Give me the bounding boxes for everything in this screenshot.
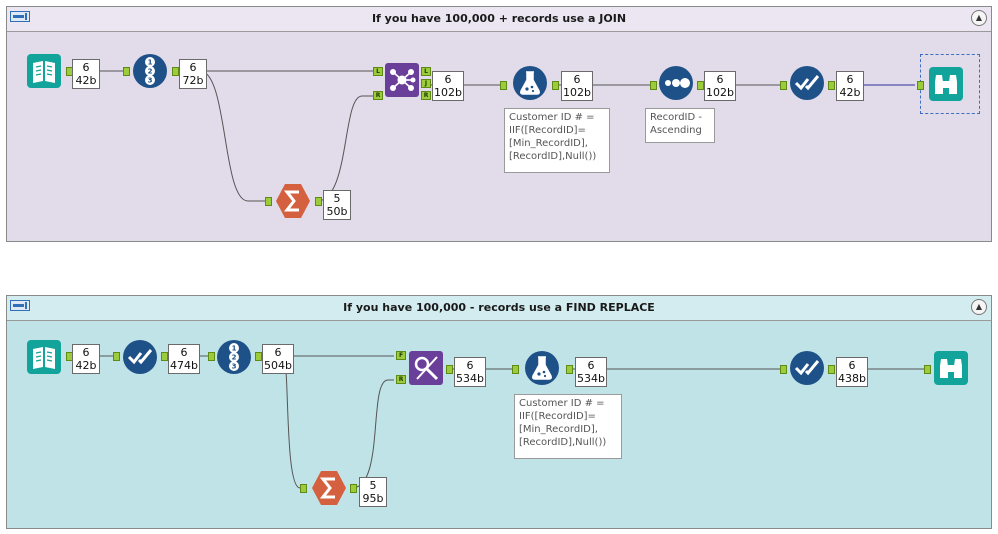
input-data-tool[interactable] xyxy=(26,53,62,89)
output-anchor[interactable] xyxy=(552,81,559,90)
browse-tool[interactable] xyxy=(933,350,969,386)
checkmark-icon xyxy=(123,340,157,374)
container-title: If you have 100,000 - records use a FIND… xyxy=(343,301,655,314)
input-anchor[interactable] xyxy=(650,81,657,90)
svg-text:2: 2 xyxy=(148,68,153,76)
record-count-badge: 6 102b xyxy=(432,71,464,101)
record-count-badge: 6 72b xyxy=(179,59,207,89)
output-anchor[interactable] xyxy=(828,365,835,374)
output-anchor[interactable] xyxy=(350,484,357,493)
record-count-badge: 6 534b xyxy=(454,357,486,387)
input-anchor[interactable] xyxy=(300,484,307,493)
svg-text:2: 2 xyxy=(232,354,237,362)
formula-annotation: Customer ID # = IIF([RecordID]= [Min_Rec… xyxy=(504,108,610,173)
record-count-badge: 6 42b xyxy=(72,344,100,374)
output-anchor[interactable] xyxy=(446,365,453,374)
sigma-icon xyxy=(312,471,346,505)
formula-tool[interactable] xyxy=(512,65,548,101)
container-title: If you have 100,000 + records use a JOIN xyxy=(371,12,627,25)
select-tool[interactable] xyxy=(789,350,825,386)
input-anchor[interactable] xyxy=(780,81,787,90)
record-count-badge: 5 50b xyxy=(323,190,351,220)
flask-icon xyxy=(513,66,547,100)
binoculars-icon xyxy=(934,351,968,385)
join-right-input-anchor[interactable]: R xyxy=(373,91,383,100)
numbered-circles-icon: 1 2 3 xyxy=(133,54,167,88)
sigma-icon xyxy=(276,184,310,218)
join-right-output-anchor[interactable]: R xyxy=(421,91,431,100)
input-anchor[interactable] xyxy=(500,81,507,90)
record-count-badge: 6 474b xyxy=(168,344,200,374)
dots-icon xyxy=(659,66,693,100)
input-anchor[interactable] xyxy=(113,352,120,361)
container-header[interactable]: If you have 100,000 - records use a FIND… xyxy=(7,296,991,321)
record-count-badge: 6 42b xyxy=(836,71,864,101)
input-anchor[interactable] xyxy=(917,81,924,90)
output-anchor[interactable] xyxy=(828,81,835,90)
input-anchor[interactable] xyxy=(780,365,787,374)
input-anchor[interactable] xyxy=(208,352,215,361)
output-anchor[interactable] xyxy=(315,197,322,206)
svg-text:1: 1 xyxy=(148,59,153,67)
join-left-output-anchor[interactable]: L xyxy=(421,67,431,76)
record-id-tool[interactable]: 1 2 3 xyxy=(132,53,168,89)
record-count-badge: 5 95b xyxy=(359,477,387,507)
book-icon xyxy=(27,340,61,374)
checkmark-icon xyxy=(790,66,824,100)
record-count-badge: 6 438b xyxy=(836,357,868,387)
summarize-tool[interactable] xyxy=(311,470,347,506)
svg-text:1: 1 xyxy=(232,345,237,353)
svg-text:3: 3 xyxy=(232,363,237,371)
join-join-output-anchor[interactable]: J xyxy=(421,79,431,88)
output-anchor[interactable] xyxy=(172,67,179,76)
record-id-tool[interactable]: 1 2 3 xyxy=(216,339,252,375)
input-anchor[interactable] xyxy=(265,197,272,206)
output-anchor[interactable] xyxy=(255,352,262,361)
join-icon xyxy=(385,63,419,97)
join-tool[interactable] xyxy=(384,62,420,98)
find-replace-icon xyxy=(409,351,443,385)
input-anchor[interactable] xyxy=(924,365,931,374)
record-count-badge: 6 42b xyxy=(72,59,100,89)
output-anchor[interactable] xyxy=(566,365,573,374)
container-find-replace[interactable]: If you have 100,000 - records use a FIND… xyxy=(6,295,992,529)
find-replace-tool[interactable] xyxy=(408,350,444,386)
summarize-tool[interactable] xyxy=(275,183,311,219)
record-count-badge: 6 102b xyxy=(704,71,736,101)
formula-annotation: Customer ID # = IIF([RecordID]= [Min_Rec… xyxy=(514,394,622,459)
output-anchor[interactable] xyxy=(697,81,704,90)
collapse-up-icon[interactable]: ▲ xyxy=(971,10,987,26)
find-input-anchor[interactable]: F xyxy=(396,351,406,360)
browse-tool[interactable] xyxy=(928,66,964,102)
input-data-tool[interactable] xyxy=(26,339,62,375)
output-anchor[interactable] xyxy=(161,352,168,361)
collapse-up-icon[interactable]: ▲ xyxy=(971,299,987,315)
sort-annotation: RecordID - Ascending xyxy=(645,108,715,143)
select-tool[interactable] xyxy=(789,65,825,101)
record-count-badge: 6 102b xyxy=(561,71,593,101)
checkmark-icon xyxy=(790,351,824,385)
join-left-input-anchor[interactable]: L xyxy=(373,67,383,76)
record-count-badge: 6 504b xyxy=(262,344,294,374)
record-count-badge: 6 534b xyxy=(575,357,607,387)
sort-tool[interactable] xyxy=(658,65,694,101)
binoculars-icon xyxy=(929,67,963,101)
container-join[interactable]: If you have 100,000 + records use a JOIN… xyxy=(6,6,992,242)
replace-input-anchor[interactable]: R xyxy=(396,375,406,384)
numbered-circles-icon: 1 2 3 xyxy=(217,340,251,374)
formula-tool[interactable] xyxy=(524,350,560,386)
svg-text:3: 3 xyxy=(148,77,153,85)
input-anchor[interactable] xyxy=(512,365,519,374)
book-icon xyxy=(27,54,61,88)
input-anchor[interactable] xyxy=(123,67,130,76)
flask-icon xyxy=(525,351,559,385)
select-tool[interactable] xyxy=(122,339,158,375)
container-header[interactable]: If you have 100,000 + records use a JOIN… xyxy=(7,7,991,32)
